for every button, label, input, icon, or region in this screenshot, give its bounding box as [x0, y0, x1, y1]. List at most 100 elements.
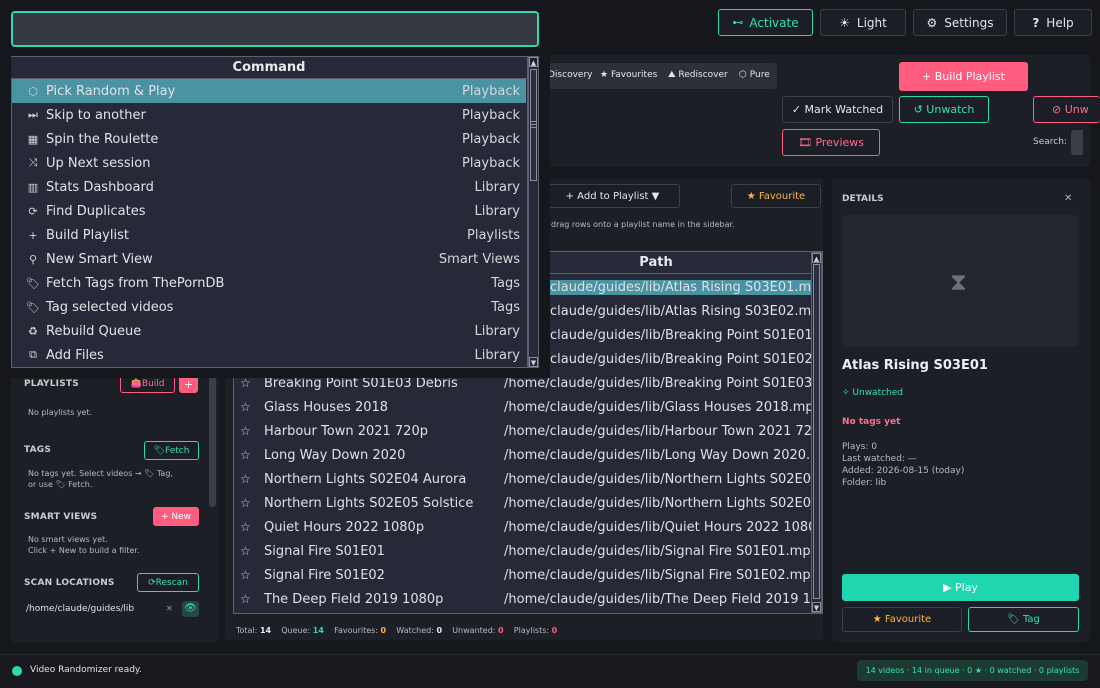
- table-row[interactable]: ☆ Northern Lights S02E05 Solstice/home/cl…: [234, 492, 811, 516]
- palette-scrollbar[interactable]: ▲ ▼: [528, 56, 539, 368]
- row-path: /home/claude/guides/lib/Northern Lights …: [504, 496, 811, 511]
- row-name: Long Way Down 2020: [264, 448, 406, 463]
- star-outline-icon[interactable]: ☆: [240, 448, 254, 462]
- scroll-down-icon[interactable]: ▼: [529, 357, 538, 367]
- command-item[interactable]: ⟳ Find Duplicates Library: [12, 199, 526, 223]
- tag-icon: 🏷: [153, 445, 166, 456]
- table-scrollbar[interactable]: ▲ ▼: [811, 252, 822, 613]
- filter-favourites[interactable]: ★ Favourites: [600, 70, 657, 80]
- plus-icon: +: [28, 228, 38, 242]
- stat-favourites: 0: [380, 626, 387, 635]
- command-item[interactable]: ⧉ Add Files Library: [12, 343, 526, 367]
- sidebar-scrollbar[interactable]: [209, 372, 216, 507]
- no-playlists-text: No playlists yet.: [28, 408, 93, 417]
- search-input[interactable]: [1071, 130, 1083, 155]
- scroll-thumb[interactable]: [530, 69, 537, 181]
- unwatch-button[interactable]: ↺ Unwatch: [899, 96, 989, 123]
- command-item[interactable]: ⤨ Up Next session Playback: [12, 151, 526, 175]
- unwanted-button[interactable]: ⊘ Unw: [1033, 96, 1100, 123]
- row-name: Northern Lights S02E05 Solstice: [264, 496, 474, 511]
- shuffle-icon: ⤨: [28, 156, 38, 169]
- table-row[interactable]: ☆ Harbour Town 2021 720p/home/claude/guid…: [234, 420, 811, 444]
- help-button[interactable]: ? Help: [1014, 9, 1092, 36]
- table-row[interactable]: ☆ Signal Fire S01E01/home/claude/guides/l…: [234, 540, 811, 564]
- filter-pure[interactable]: ⬡ Pure: [739, 70, 770, 80]
- folder: Folder: lib: [842, 478, 887, 488]
- command-item[interactable]: 🏷 Tag selected videos Tags: [12, 295, 526, 319]
- star-outline-icon[interactable]: ☆: [240, 496, 254, 510]
- close-icon[interactable]: ✕: [1064, 193, 1072, 204]
- command-item[interactable]: ⏭ Skip to another Playback: [12, 103, 526, 127]
- question-icon: ?: [1032, 15, 1040, 30]
- build-playlist-button[interactable]: + Build Playlist: [899, 62, 1028, 91]
- row-path: /home/claude/guides/lib/Long Way Down 20…: [504, 448, 811, 463]
- recycle-icon: ♻: [28, 324, 38, 338]
- cube-icon: ⬡: [28, 84, 38, 98]
- play-button[interactable]: ▶ Play: [842, 574, 1079, 601]
- remove-location-icon[interactable]: ✕: [166, 604, 173, 613]
- roulette-icon: ▦: [27, 132, 39, 146]
- star-outline-icon[interactable]: ☆: [240, 472, 254, 486]
- command-item[interactable]: ⚲ New Smart View Smart Views: [12, 247, 526, 271]
- command-item[interactable]: ▥ Stats Dashboard Library: [12, 175, 526, 199]
- previews-button[interactable]: 🎞 Previews: [782, 129, 880, 156]
- star-outline-icon[interactable]: ☆: [240, 376, 254, 390]
- row-name: Glass Houses 2018: [264, 400, 389, 415]
- scroll-thumb[interactable]: [813, 264, 820, 599]
- no-tags-text-2: or use 🏷 Fetch.: [28, 480, 93, 489]
- command-item[interactable]: ♻ Rebuild Queue Library: [12, 319, 526, 343]
- table-row[interactable]: ☆ Glass Houses 2018/home/claude/guides/li…: [234, 396, 811, 420]
- command-item[interactable]: ⬡ Pick Random & Play Playback: [12, 79, 526, 103]
- star-outline-icon[interactable]: ☆: [240, 424, 254, 438]
- table-row[interactable]: ☆ Long Way Down 2020/home/claude/guides/l…: [234, 444, 811, 468]
- table-row[interactable]: ☆ Quiet Hours 2022 1080p/home/claude/guid…: [234, 516, 811, 540]
- eye-icon[interactable]: 👁: [182, 601, 199, 617]
- star-outline-icon[interactable]: ☆: [240, 520, 254, 534]
- no-smart-text-1: No smart views yet.: [28, 535, 108, 544]
- command-input[interactable]: [11, 11, 539, 47]
- row-path: /home/claude/guides/lib/The Deep Field 2…: [504, 592, 811, 607]
- summary-badge: 14 videos · 14 in queue · 0 ★ · 0 watche…: [857, 660, 1088, 681]
- star-outline-icon[interactable]: ☆: [240, 592, 254, 606]
- star-outline-icon[interactable]: ☆: [240, 544, 254, 558]
- cube-icon: ⬡: [739, 70, 750, 80]
- status-message: Video Randomizer ready.: [30, 665, 142, 675]
- command-item[interactable]: 🏷 Fetch Tags from ThePornDB Tags: [12, 271, 526, 295]
- favourite-button[interactable]: ★ Favourite: [842, 607, 962, 632]
- playlists-title: PLAYLISTS: [24, 379, 79, 389]
- command-item[interactable]: + Build Playlist Playlists: [12, 223, 526, 247]
- details-title: DETAILS: [842, 194, 884, 204]
- row-path: /home/claude/guides/lib/Northern Lights …: [504, 472, 811, 487]
- mark-watched-button[interactable]: ✓ Mark Watched: [782, 96, 893, 123]
- search-icon: ⚲: [28, 252, 38, 266]
- fetch-button[interactable]: 🏷 Fetch: [144, 441, 199, 460]
- gear-icon: ⚙: [926, 15, 938, 30]
- grip-line: [531, 121, 536, 122]
- scan-path: /home/claude/guides/lib: [26, 604, 135, 614]
- row-path: /home/claude/guides/lib/Signal Fire S01E…: [504, 568, 811, 583]
- table-row[interactable]: ☆ Northern Lights S02E04 Aurora/home/clau…: [234, 468, 811, 492]
- rescan-button[interactable]: ⟳ Rescan: [137, 573, 199, 592]
- new-smart-view-button[interactable]: + New: [153, 507, 199, 526]
- row-path: claude/guides/lib/Breaking Point S01E02 …: [550, 352, 811, 367]
- light-theme-button[interactable]: ☀ Light: [820, 9, 906, 36]
- scan-locations-title: SCAN LOCATIONS: [24, 578, 115, 588]
- filter-discovery[interactable]: Discovery: [548, 70, 592, 80]
- star-outline-icon[interactable]: ☆: [240, 568, 254, 582]
- favourite-selected-button[interactable]: ★ Favourite: [731, 184, 821, 208]
- scroll-down-icon[interactable]: ▼: [812, 602, 821, 612]
- scroll-up-icon[interactable]: ▲: [529, 57, 538, 67]
- scroll-up-icon[interactable]: ▲: [812, 253, 821, 263]
- settings-button[interactable]: ⚙ Settings: [913, 9, 1007, 36]
- filter-rediscover[interactable]: ⛰ Rediscover: [668, 70, 728, 80]
- tag-button[interactable]: 🏷 Tag: [968, 607, 1079, 632]
- activate-button[interactable]: ⊷ Activate: [718, 9, 813, 36]
- add-to-playlist-button[interactable]: + Add to Playlist ▼: [545, 184, 680, 208]
- status-dot: [12, 666, 22, 676]
- table-row[interactable]: ☆ The Deep Field 2019 1080p/home/claude/g…: [234, 588, 811, 612]
- table-row[interactable]: ☆ Signal Fire S01E02/home/claude/guides/l…: [234, 564, 811, 588]
- star-outline-icon[interactable]: ☆: [240, 400, 254, 414]
- command-item[interactable]: ▦ Spin the Roulette Playback: [12, 127, 526, 151]
- column-header-command[interactable]: Command: [11, 57, 527, 79]
- key-icon: ⊷: [732, 16, 744, 29]
